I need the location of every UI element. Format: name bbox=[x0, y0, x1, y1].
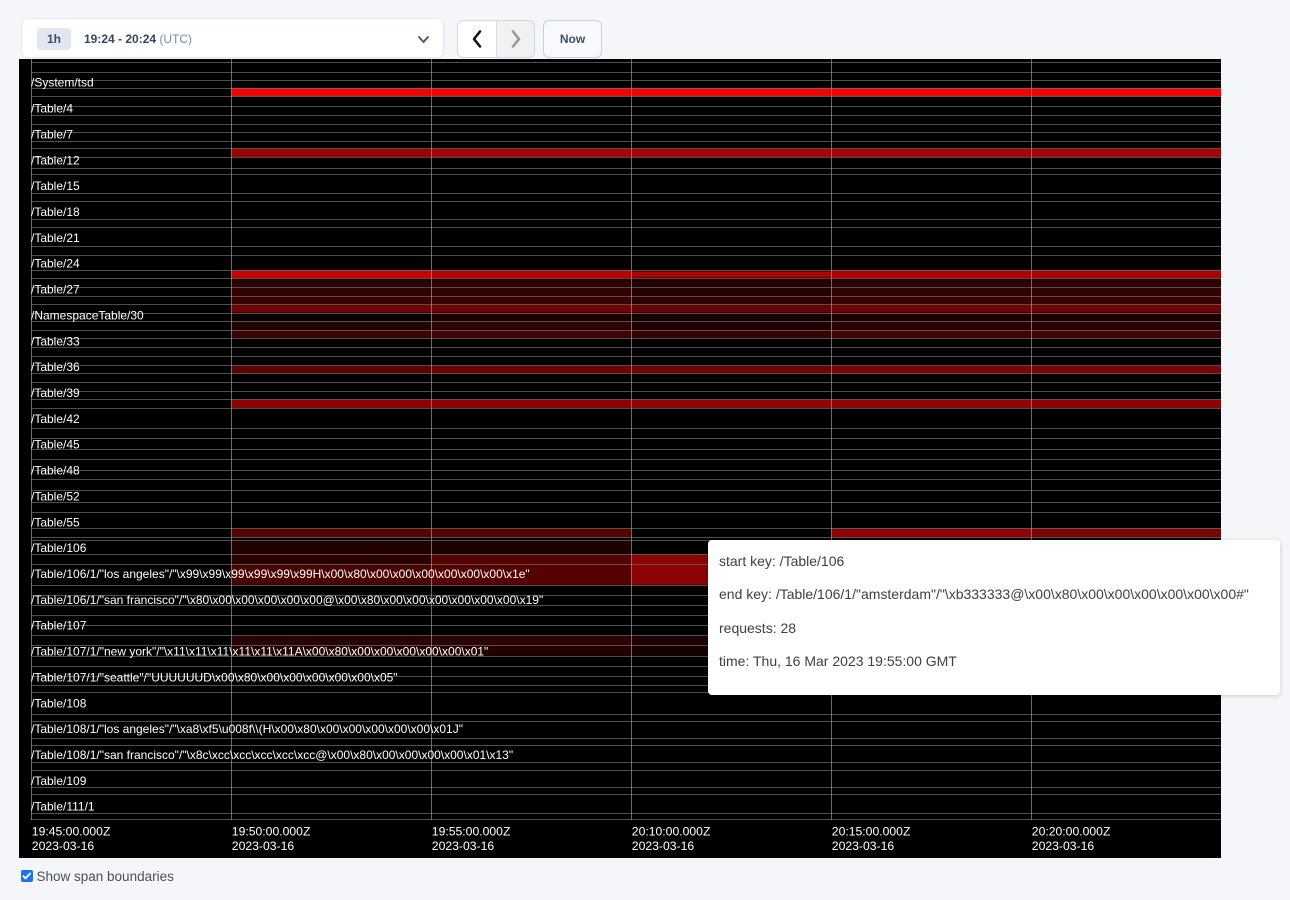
svg-text:/Table/52: /Table/52 bbox=[31, 489, 80, 503]
svg-text:20:10:00.000Z: 20:10:00.000Z bbox=[632, 824, 711, 838]
svg-text:/Table/21: /Table/21 bbox=[31, 231, 80, 245]
svg-text:/Table/106/1/"los angeles"/"\x: /Table/106/1/"los angeles"/"\x99\x99\x99… bbox=[31, 567, 530, 581]
svg-text:/Table/45: /Table/45 bbox=[31, 438, 80, 452]
svg-text:/Table/111/1: /Table/111/1 bbox=[31, 800, 95, 814]
svg-text:2023-03-16: 2023-03-16 bbox=[832, 839, 895, 853]
svg-text:2023-03-16: 2023-03-16 bbox=[232, 839, 295, 853]
svg-text:/Table/108/1/"san francisco"/": /Table/108/1/"san francisco"/"\x8c\xcc\x… bbox=[31, 748, 513, 762]
svg-text:/Table/15: /Table/15 bbox=[31, 179, 80, 193]
svg-text:19:45:00.000Z: 19:45:00.000Z bbox=[32, 824, 111, 838]
svg-text:/Table/108: /Table/108 bbox=[31, 696, 87, 710]
svg-text:19:55:00.000Z: 19:55:00.000Z bbox=[432, 824, 511, 838]
svg-text:/Table/24: /Table/24 bbox=[31, 257, 80, 271]
svg-text:/Table/7: /Table/7 bbox=[31, 127, 73, 141]
svg-text:/Table/106/1/"san francisco"/": /Table/106/1/"san francisco"/"\x80\x00\x… bbox=[31, 593, 543, 607]
svg-text:/Table/36: /Table/36 bbox=[31, 360, 80, 374]
svg-text:/Table/107: /Table/107 bbox=[31, 619, 87, 633]
svg-text:/System/tsd: /System/tsd bbox=[31, 76, 94, 90]
svg-text:2023-03-16: 2023-03-16 bbox=[632, 839, 695, 853]
svg-text:/Table/12: /Table/12 bbox=[31, 153, 80, 167]
svg-text:/Table/39: /Table/39 bbox=[31, 386, 80, 400]
svg-text:/Table/107/1/"seattle"/"UUUUUU: /Table/107/1/"seattle"/"UUUUUUD\x00\x80\… bbox=[31, 670, 398, 684]
svg-text:20:15:00.000Z: 20:15:00.000Z bbox=[832, 824, 911, 838]
svg-text:/Table/109: /Table/109 bbox=[31, 774, 87, 788]
svg-text:/Table/108/1/"los angeles"/"\x: /Table/108/1/"los angeles"/"\xa8\xf5\u00… bbox=[31, 722, 463, 736]
svg-text:/Table/4: /Table/4 bbox=[31, 102, 73, 116]
svg-text:2023-03-16: 2023-03-16 bbox=[432, 839, 495, 853]
svg-text:/Table/33: /Table/33 bbox=[31, 334, 80, 348]
svg-text:/Table/48: /Table/48 bbox=[31, 464, 80, 478]
svg-text:20:20:00.000Z: 20:20:00.000Z bbox=[1032, 824, 1111, 838]
svg-text:/Table/18: /Table/18 bbox=[31, 205, 80, 219]
svg-text:/Table/42: /Table/42 bbox=[31, 412, 80, 426]
svg-text:19:50:00.000Z: 19:50:00.000Z bbox=[232, 824, 311, 838]
svg-text:2023-03-16: 2023-03-16 bbox=[32, 839, 95, 853]
svg-text:/Table/27: /Table/27 bbox=[31, 283, 80, 297]
svg-text:/Table/55: /Table/55 bbox=[31, 515, 80, 529]
svg-text:/Table/107/1/"new york"/"\x11\: /Table/107/1/"new york"/"\x11\x11\x11\x1… bbox=[31, 645, 488, 659]
svg-text:/Table/106: /Table/106 bbox=[31, 541, 87, 555]
svg-text:2023-03-16: 2023-03-16 bbox=[1032, 839, 1095, 853]
svg-text:/NamespaceTable/30: /NamespaceTable/30 bbox=[31, 308, 144, 322]
